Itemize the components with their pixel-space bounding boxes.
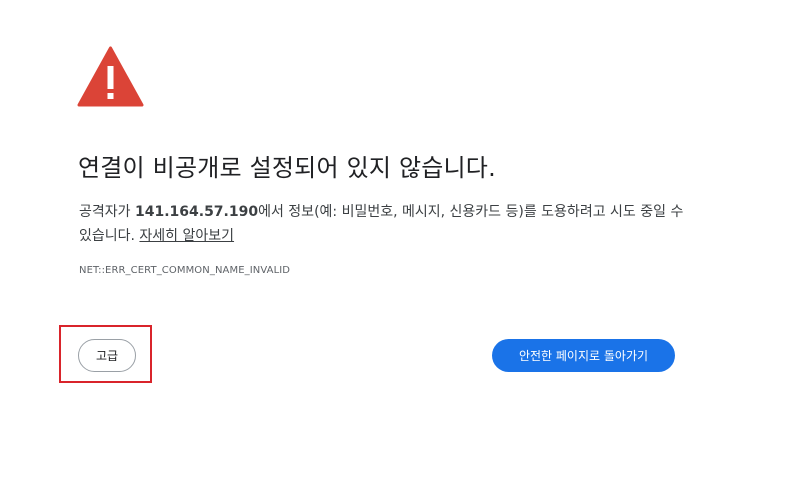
host-address: 141.164.57.190 bbox=[134, 204, 259, 220]
learn-more-link[interactable]: 자세히 알아보기 bbox=[139, 228, 234, 244]
page-title: 연결이 비공개로 설정되어 있지 않습니다. bbox=[78, 154, 496, 182]
warning-triangle-icon bbox=[77, 46, 144, 107]
description-prefix: 공격자가 bbox=[79, 204, 135, 220]
error-code: NET::ERR_CERT_COMMON_NAME_INVALID bbox=[79, 265, 291, 276]
ssl-error-page: 연결이 비공개로 설정되어 있지 않습니다. 공격자가 141.164.57.1… bbox=[0, 0, 800, 500]
advanced-button[interactable]: 고급 bbox=[78, 339, 136, 372]
error-description: 공격자가 141.164.57.190에서 정보(예: 비밀번호, 메시지, 신… bbox=[79, 200, 689, 248]
back-to-safety-button[interactable]: 안전한 페이지로 돌아가기 bbox=[492, 339, 675, 372]
